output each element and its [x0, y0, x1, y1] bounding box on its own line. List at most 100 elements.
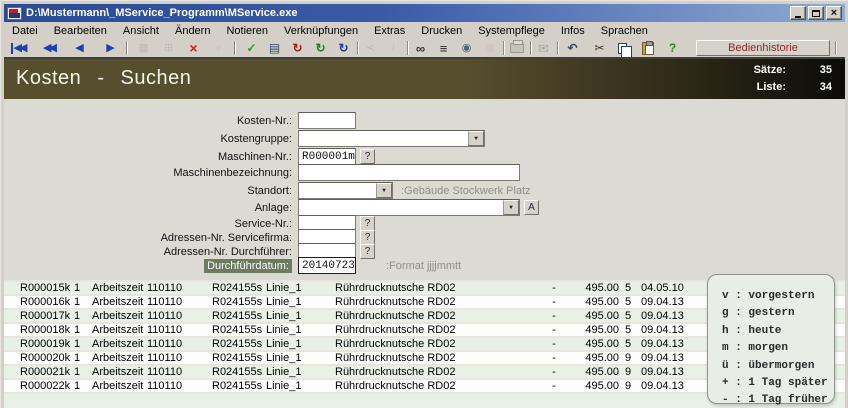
field-label: Standort: [4, 185, 298, 197]
nav-next-icon: ▶ [106, 43, 114, 54]
undo-icon: ↶ [567, 42, 577, 54]
highlighted-label: Durchführdatum: [204, 259, 292, 273]
import-icon: ▦ [138, 43, 148, 54]
menu-item-datei[interactable]: Datei [4, 24, 46, 38]
table-cell: - [549, 324, 559, 336]
chart-icon: ▩ [484, 43, 494, 54]
table-cell: 09.04.13 [637, 324, 697, 336]
anlage-input[interactable]: ▼ [298, 199, 520, 216]
delete-icon: × [189, 41, 197, 55]
table-cell: 110110 [147, 352, 212, 364]
table-cell: Linie_1 [266, 296, 335, 308]
field-row-maschinenbezeichnung: Maschinenbezeichnung: [4, 164, 520, 181]
hierarchy-icon: ⊞ [161, 40, 176, 56]
field-row-standort: Standort:▼:Gebäude Stockwerk Platz [4, 182, 531, 199]
delete-icon[interactable]: × [186, 40, 201, 56]
confirm-icon[interactable]: ✓ [244, 40, 259, 56]
branch-icon: ≺ [363, 40, 378, 56]
table-cell: 495.00 [559, 352, 619, 364]
table-cell: 5 [619, 310, 637, 322]
table-cell: Rührdrucknutsche RD02 [335, 352, 549, 364]
counter-value: 35 [786, 62, 832, 79]
anlage-a-button[interactable]: A [524, 200, 539, 215]
help-icon[interactable]: ? [665, 40, 680, 56]
field-label: Durchführdatum: [4, 260, 298, 272]
cut-icon[interactable]: ✂ [592, 40, 607, 56]
toolbar: Bedienhistorie ◀◀◀◀◀▶▦⊞×♥✓▤↻↻↻≺i∞≡◉▩✉↶✂? [4, 39, 845, 57]
binoculars-icon[interactable]: ∞ [413, 40, 428, 56]
menu-item-ansicht[interactable]: Ansicht [115, 24, 167, 38]
nav-prev-icon[interactable]: ◀ [72, 40, 87, 56]
refresh-green-icon[interactable]: ↻ [313, 40, 328, 56]
menu-item-verknüpfungen[interactable]: Verknüpfungen [276, 24, 366, 38]
close-button[interactable]: × [826, 6, 842, 20]
minimize-icon [795, 16, 801, 18]
table-cell: Linie_1 [266, 282, 335, 294]
nav-next-icon[interactable]: ▶ [103, 40, 118, 56]
counter-label: Liste: [757, 79, 786, 96]
kostengruppe-input[interactable]: ▼ [298, 130, 485, 147]
field-controls: ▼A [298, 199, 539, 216]
menu-item-extras[interactable]: Extras [366, 24, 413, 38]
app-window: D:\Mustermann\_MService_Programm\MServic… [0, 0, 848, 408]
table-cell: 09.04.13 [637, 310, 697, 322]
table-cell: Linie_1 [266, 352, 335, 364]
table-cell: Arbeitszeit [92, 380, 147, 392]
list-icon[interactable]: ≡ [436, 40, 451, 56]
standort-input[interactable]: ▼ [298, 182, 393, 199]
help-question-button[interactable]: ? [360, 149, 375, 164]
menu-item-systempflege[interactable]: Systempflege [470, 24, 553, 38]
table-cell: R024155s [212, 310, 266, 322]
table-cell: 495.00 [559, 380, 619, 392]
undo-icon[interactable]: ↶ [565, 40, 580, 56]
maschinenbezeichnung-input[interactable] [298, 164, 520, 181]
dropdown-arrow-icon[interactable]: ▼ [468, 131, 484, 146]
table-cell: R000021k [20, 366, 74, 378]
refresh-blue-icon[interactable]: ↻ [336, 40, 351, 56]
table-cell: - [549, 282, 559, 294]
table-cell: 495.00 [559, 310, 619, 322]
info-icon: i [392, 43, 395, 54]
nav-first-icon[interactable]: ◀◀ [10, 40, 25, 56]
toolbar-separator [503, 41, 505, 55]
table-cell: 9 [619, 366, 637, 378]
dropdown-arrow-icon[interactable]: ▼ [503, 200, 519, 215]
nav-fast-prev-icon[interactable]: ◀◀ [41, 40, 56, 56]
form-icon[interactable]: ▤ [267, 40, 282, 56]
menu-item-notieren[interactable]: Notieren [218, 24, 276, 38]
refresh-red-icon[interactable]: ↻ [290, 40, 305, 56]
table-cell: Arbeitszeit [92, 366, 147, 378]
bedienhistorie-button[interactable]: Bedienhistorie [696, 40, 830, 56]
table-cell: R000017k [20, 310, 74, 322]
minimize-button[interactable] [790, 6, 806, 20]
table-cell: 1 [74, 296, 92, 308]
copy-icon[interactable] [617, 40, 632, 56]
menu-item-infos[interactable]: Infos [553, 24, 593, 38]
menu-item-bearbeiten[interactable]: Bearbeiten [46, 24, 115, 38]
binoculars-icon: ∞ [416, 42, 425, 55]
menu-item-drucken[interactable]: Drucken [413, 24, 470, 38]
maschinen-nr-input[interactable]: R000001m [298, 148, 356, 165]
page-header: Kosten - Suchen Sätze:35Liste:34 [4, 59, 845, 99]
dropdown-arrow-icon[interactable]: ▼ [376, 183, 392, 198]
field-row-maschinen-nr: Maschinen-Nr.:R000001m? [4, 148, 375, 165]
title-bar[interactable]: D:\Mustermann\_MService_Programm\MServic… [4, 4, 845, 22]
table-cell: - [549, 366, 559, 378]
maximize-button[interactable] [808, 6, 824, 20]
table-cell: 9 [619, 352, 637, 364]
table-cell: - [549, 380, 559, 392]
table-cell: Rührdrucknutsche RD02 [335, 282, 549, 294]
durchführdatum-input[interactable]: 20140723 [298, 257, 356, 274]
favorite-icon: ♥ [211, 40, 226, 56]
table-cell: 09.04.13 [637, 296, 697, 308]
table-cell: 1 [74, 282, 92, 294]
menu-item-sprachen[interactable]: Sprachen [593, 24, 656, 38]
kosten-nr-input[interactable] [298, 112, 356, 129]
table-cell: 1 [74, 310, 92, 322]
list-icon: ≡ [440, 42, 448, 55]
paste-icon[interactable] [640, 40, 655, 56]
eye-icon[interactable]: ◉ [459, 40, 474, 56]
table-cell: Rührdrucknutsche RD02 [335, 380, 549, 392]
field-row-anlage: Anlage:▼A [4, 199, 539, 216]
menu-item-ändern[interactable]: Ändern [167, 24, 218, 38]
